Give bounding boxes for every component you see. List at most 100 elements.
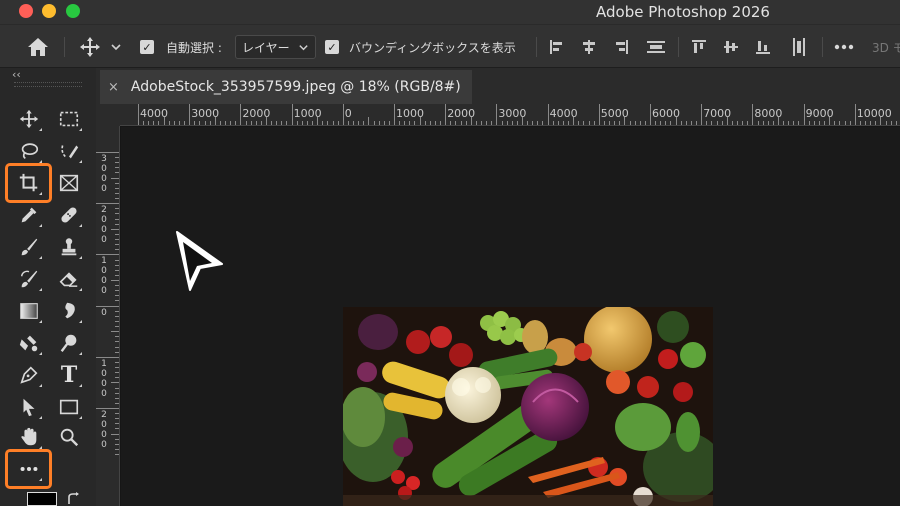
ruler-minor-tick (148, 121, 150, 125)
ruler-minor-tick (199, 121, 201, 125)
panel-grip[interactable] (14, 82, 82, 87)
close-tab-button[interactable]: × (108, 80, 119, 95)
ruler-minor-tick (115, 218, 119, 220)
hand-tool[interactable] (14, 422, 44, 452)
align-center-icon (583, 40, 595, 54)
ruler-minor-tick (115, 336, 119, 338)
healing-brush-tool[interactable] (54, 200, 84, 230)
ruler-minor-tick (634, 121, 636, 125)
ruler-minor-tick (115, 326, 119, 328)
ruler-minor-tick (890, 121, 892, 125)
eraser-tool[interactable] (54, 264, 84, 294)
gradient-tool[interactable] (14, 296, 44, 326)
ruler-major-tick (342, 104, 344, 125)
ruler-minor-tick (731, 121, 733, 125)
auto-select-dropdown[interactable]: レイヤー (235, 35, 316, 59)
ruler-minor-tick (465, 121, 467, 125)
ruler-major-tick (138, 104, 139, 125)
ruler-minor-tick (527, 121, 529, 125)
flyout-indicator (79, 416, 82, 419)
ruler-minor-tick (593, 121, 595, 125)
bounding-box-checkbox[interactable]: ✓ (325, 25, 339, 67)
stamp-icon (61, 238, 77, 256)
ruler-minor-tick (475, 121, 477, 125)
ruler-minor-tick (839, 121, 841, 125)
ruler-minor-tick (711, 121, 713, 125)
history-brush-tool[interactable] (14, 264, 44, 294)
auto-select-checkbox[interactable]: ✓ (140, 25, 154, 67)
ruler-major-tick (96, 408, 119, 409)
ruler-minor-tick (296, 121, 298, 125)
ruler-minor-tick (250, 121, 252, 125)
align-left-button[interactable] (548, 25, 566, 67)
align-bottom-icon (756, 41, 770, 54)
ruler-minor-tick (670, 121, 672, 125)
ruler-minor-tick (885, 121, 887, 125)
ruler-label: 3000 (101, 154, 107, 194)
align-vertical-center-button[interactable] (722, 25, 740, 67)
align-horizontal-center-button[interactable] (580, 25, 598, 67)
ruler-minor-tick (115, 320, 119, 322)
ruler-minor-tick (829, 117, 831, 125)
ruler-major-tick (854, 104, 856, 125)
ruler-major-tick (445, 104, 447, 125)
home-icon (28, 38, 48, 56)
collapse-panel-button[interactable]: ‹‹ (12, 68, 21, 81)
swap-colors-icon[interactable] (66, 492, 82, 506)
brush-tool[interactable] (14, 232, 44, 262)
foreground-color-swatch[interactable] (27, 492, 57, 506)
document-tab[interactable]: × AdobeStock_353957599.jpeg @ 18% (RGB/8… (100, 70, 472, 104)
ruler-minor-tick (115, 208, 119, 210)
ruler-minor-tick (115, 351, 119, 353)
dodge-tool[interactable] (14, 328, 44, 358)
maximize-window-button[interactable] (66, 4, 80, 18)
ruler-minor-tick (849, 121, 851, 125)
type-tool[interactable]: T (54, 360, 84, 390)
ruler-minor-tick (434, 121, 436, 125)
frame-tool[interactable] (54, 168, 84, 198)
ruler-minor-tick (115, 418, 119, 420)
ruler-minor-tick (194, 121, 196, 125)
ruler-minor-tick (665, 121, 667, 125)
ruler-minor-tick (404, 121, 406, 125)
vertical-ruler[interactable]: 3000 2000 1000 0 1000 2000 (96, 126, 120, 506)
minimize-window-button[interactable] (42, 4, 56, 18)
ruler-minor-tick (115, 290, 119, 292)
close-window-button[interactable] (19, 4, 33, 18)
align-bottom-button[interactable] (754, 25, 772, 67)
ruler-minor-tick (158, 121, 160, 125)
ruler-minor-tick (214, 117, 216, 125)
title-bar: Adobe Photoshop 2026 (0, 0, 900, 24)
flyout-indicator (79, 160, 82, 163)
ruler-minor-tick (824, 121, 826, 125)
eyedropper-tool[interactable] (14, 200, 44, 230)
marquee-tool[interactable] (54, 104, 84, 134)
ruler-major-tick (189, 104, 191, 125)
ruler-origin[interactable] (96, 104, 120, 126)
burn-tool[interactable] (54, 328, 84, 358)
ruler-minor-tick (603, 121, 605, 125)
document-image[interactable] (343, 307, 713, 506)
home-button[interactable] (26, 25, 50, 67)
align-top-button[interactable] (690, 25, 708, 67)
distribute-button[interactable] (646, 25, 666, 67)
tool-preset-picker[interactable] (78, 25, 122, 67)
auto-select-value: レイヤー (242, 40, 290, 55)
pen-tool[interactable] (14, 360, 44, 390)
ruler-minor-tick (115, 315, 119, 317)
more-options-button[interactable] (834, 25, 854, 67)
move-tool[interactable] (14, 104, 44, 134)
path-selection-tool[interactable] (14, 392, 44, 422)
horizontal-ruler[interactable]: 4000 3000 2000 1000 0 1000 2000 3000 4000 5000 600… (120, 104, 900, 126)
chevron-down-icon (111, 44, 121, 51)
ruler-label: 0 (101, 307, 107, 318)
align-right-button[interactable] (612, 25, 630, 67)
lasso-tool[interactable] (14, 136, 44, 166)
blur-tool[interactable] (54, 296, 84, 326)
distribute-vertical-button[interactable] (790, 25, 808, 67)
clone-stamp-tool[interactable] (54, 232, 84, 262)
rectangle-tool[interactable] (54, 392, 84, 422)
zoom-tool[interactable] (54, 422, 84, 452)
object-selection-tool[interactable] (54, 136, 84, 166)
ruler-minor-tick (225, 121, 227, 125)
